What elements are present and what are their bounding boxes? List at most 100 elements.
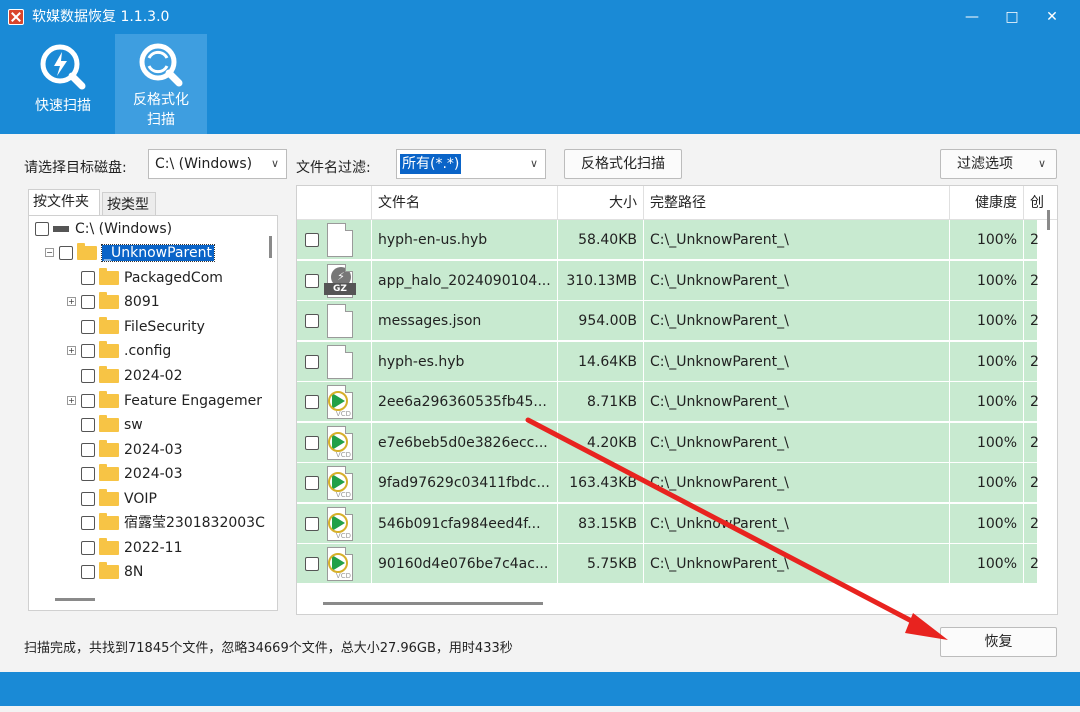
- cell-health: 100%: [949, 382, 1023, 422]
- tree-node[interactable]: 2024-03: [81, 439, 183, 461]
- row-checkbox[interactable]: [305, 233, 319, 247]
- folder-tree: C:\ (Windows) − _UnknowParent PackagedCo…: [28, 215, 278, 611]
- row-checkbox[interactable]: [305, 395, 319, 409]
- disk-select[interactable]: C:\ (Windows) ∨: [148, 149, 287, 179]
- tree-node[interactable]: 2022-11: [81, 537, 183, 559]
- deformat-scan-label-1: 反格式化: [133, 92, 189, 108]
- cell-size: 4.20KB: [557, 422, 643, 463]
- checkbox[interactable]: [81, 443, 95, 457]
- tree-node[interactable]: 2024-03: [81, 463, 183, 485]
- tree-vertical-scrollbar[interactable]: [269, 236, 272, 258]
- tree-node[interactable]: 2024-02: [81, 365, 183, 387]
- checkbox[interactable]: [81, 418, 95, 432]
- checkbox[interactable]: [81, 467, 95, 481]
- tab-by-folder[interactable]: 按文件夹: [28, 189, 100, 215]
- row-checkbox[interactable]: [305, 435, 319, 450]
- video-file-icon: VCD: [327, 506, 353, 541]
- tree-node[interactable]: +8091: [67, 291, 160, 313]
- checkbox[interactable]: [81, 369, 95, 383]
- tree-node[interactable]: PackagedCom: [81, 267, 223, 289]
- expand-icon[interactable]: +: [67, 396, 76, 405]
- checkbox[interactable]: [81, 344, 95, 358]
- tree-node-label: 8N: [124, 564, 144, 580]
- checkbox[interactable]: [81, 492, 95, 506]
- column-header-health[interactable]: 健康度: [949, 186, 1023, 220]
- folder-icon: [99, 464, 119, 481]
- checkbox[interactable]: [81, 516, 95, 530]
- table-row[interactable]: ⚡ GZ app_halo_2024090104... 310.13MB C:\_Unk…: [297, 260, 1039, 301]
- table-row[interactable]: hyph-en-us.hyb 58.40KB C:\_UnknowParent_\ 1…: [297, 220, 1039, 260]
- cell-path: C:\_UnknowParent_\: [643, 220, 949, 260]
- grid-vertical-scrollbar[interactable]: [1047, 210, 1050, 230]
- tree-node[interactable]: VOIP: [81, 488, 157, 510]
- cell-size: 8.71KB: [557, 382, 643, 422]
- checkbox[interactable]: [81, 320, 95, 334]
- table-row[interactable]: VCD 546b091cfa984eed4f... 83.15KB C:\_Unkno…: [297, 503, 1039, 544]
- vcd-label: VCD: [335, 410, 351, 418]
- column-header-name[interactable]: 文件名: [371, 186, 557, 220]
- checkbox[interactable]: [81, 295, 95, 309]
- cell-created: 2: [1023, 260, 1043, 301]
- quick-scan-button[interactable]: 快速扫描: [20, 34, 106, 134]
- checkbox[interactable]: [59, 246, 73, 260]
- cell-health: 100%: [949, 341, 1023, 382]
- deformat-scan-button[interactable]: 反格式化扫描: [564, 149, 682, 179]
- maximize-button[interactable]: □: [992, 0, 1032, 34]
- table-row[interactable]: VCD 2ee6a296360535fb45... 8.71KB C:\_Unknow…: [297, 382, 1039, 422]
- tree-node-root[interactable]: C:\ (Windows): [35, 218, 172, 240]
- app-logo-icon: [8, 9, 24, 25]
- table-row[interactable]: hyph-es.hyb 14.64KB C:\_UnknowParent_\ 100%…: [297, 341, 1039, 382]
- grid-horizontal-scrollbar[interactable]: [323, 602, 543, 605]
- row-checkbox[interactable]: [305, 314, 319, 328]
- checkbox[interactable]: [81, 565, 95, 579]
- tree-node[interactable]: sw: [81, 414, 143, 436]
- tab-by-type[interactable]: 按类型: [102, 192, 156, 215]
- row-checkbox[interactable]: [305, 516, 319, 531]
- tree-node-label: Feature Engagemer: [124, 393, 263, 409]
- checkbox[interactable]: [81, 271, 95, 285]
- folder-icon: [99, 513, 119, 530]
- column-header-size[interactable]: 大小: [557, 186, 643, 220]
- cell-filename: 2ee6a296360535fb45...: [371, 382, 557, 422]
- file-grid: 文件名 大小 完整路径 健康度 创 hyph-en-us.hyb 58.40KB C…: [296, 185, 1058, 615]
- checkbox[interactable]: [35, 222, 49, 236]
- row-checkbox[interactable]: [305, 557, 319, 571]
- video-file-icon: VCD: [327, 385, 353, 419]
- tree-node[interactable]: FileSecurity: [81, 316, 205, 338]
- tree-node-selected[interactable]: − _UnknowParent: [45, 242, 215, 264]
- tree-node[interactable]: 8N: [81, 561, 143, 583]
- tree-horizontal-scrollbar[interactable]: [55, 598, 95, 601]
- close-button[interactable]: ✕: [1032, 0, 1072, 34]
- table-row[interactable]: VCD 9fad97629c03411fbdc... 163.43KB C:\_Unk…: [297, 463, 1039, 503]
- restore-button[interactable]: 恢复: [940, 627, 1057, 657]
- table-row[interactable]: VCD e7e6beb5d0e3826ecc... 4.20KB C:\_Unknow…: [297, 422, 1039, 463]
- cell-size: 310.13MB: [557, 260, 643, 301]
- cell-created: 2: [1023, 341, 1043, 382]
- cell-health: 100%: [949, 463, 1023, 503]
- row-checkbox[interactable]: [305, 354, 319, 369]
- vcd-label: VCD: [335, 531, 351, 540]
- row-checkbox[interactable]: [305, 273, 319, 288]
- table-row[interactable]: VCD 90160d4e076be7c4ac... 5.75KB C:\_Unknow…: [297, 544, 1039, 584]
- deformat-scan-ribbon-button[interactable]: 反格式化 扫描: [115, 34, 207, 134]
- row-checkbox[interactable]: [305, 476, 319, 490]
- cell-created: 2: [1023, 503, 1043, 544]
- column-header-path[interactable]: 完整路径: [643, 186, 949, 220]
- checkbox[interactable]: [81, 394, 95, 408]
- minimize-button[interactable]: —: [952, 0, 992, 34]
- cell-size: 58.40KB: [557, 220, 643, 260]
- cell-path: C:\_UnknowParent_\: [643, 382, 949, 422]
- collapse-icon[interactable]: −: [45, 248, 54, 257]
- expand-icon[interactable]: +: [67, 346, 76, 355]
- table-row[interactable]: messages.json 954.00B C:\_UnknowParent_\ 10…: [297, 301, 1039, 341]
- ribbon: 快速扫描 反格式化 扫描: [0, 34, 1080, 134]
- filename-filter-select[interactable]: 所有(*.*) ∨: [396, 149, 546, 179]
- filter-options-button[interactable]: 过滤选项 ∨: [940, 149, 1057, 179]
- tree-node[interactable]: + Feature Engagemer: [67, 390, 263, 412]
- tree-node[interactable]: + .config: [67, 340, 171, 362]
- checkbox[interactable]: [81, 541, 95, 555]
- folder-icon: [99, 391, 119, 408]
- folder-icon: [77, 243, 97, 260]
- expand-icon[interactable]: +: [67, 297, 76, 306]
- tree-node[interactable]: 宿露莹2301832003C: [81, 512, 265, 534]
